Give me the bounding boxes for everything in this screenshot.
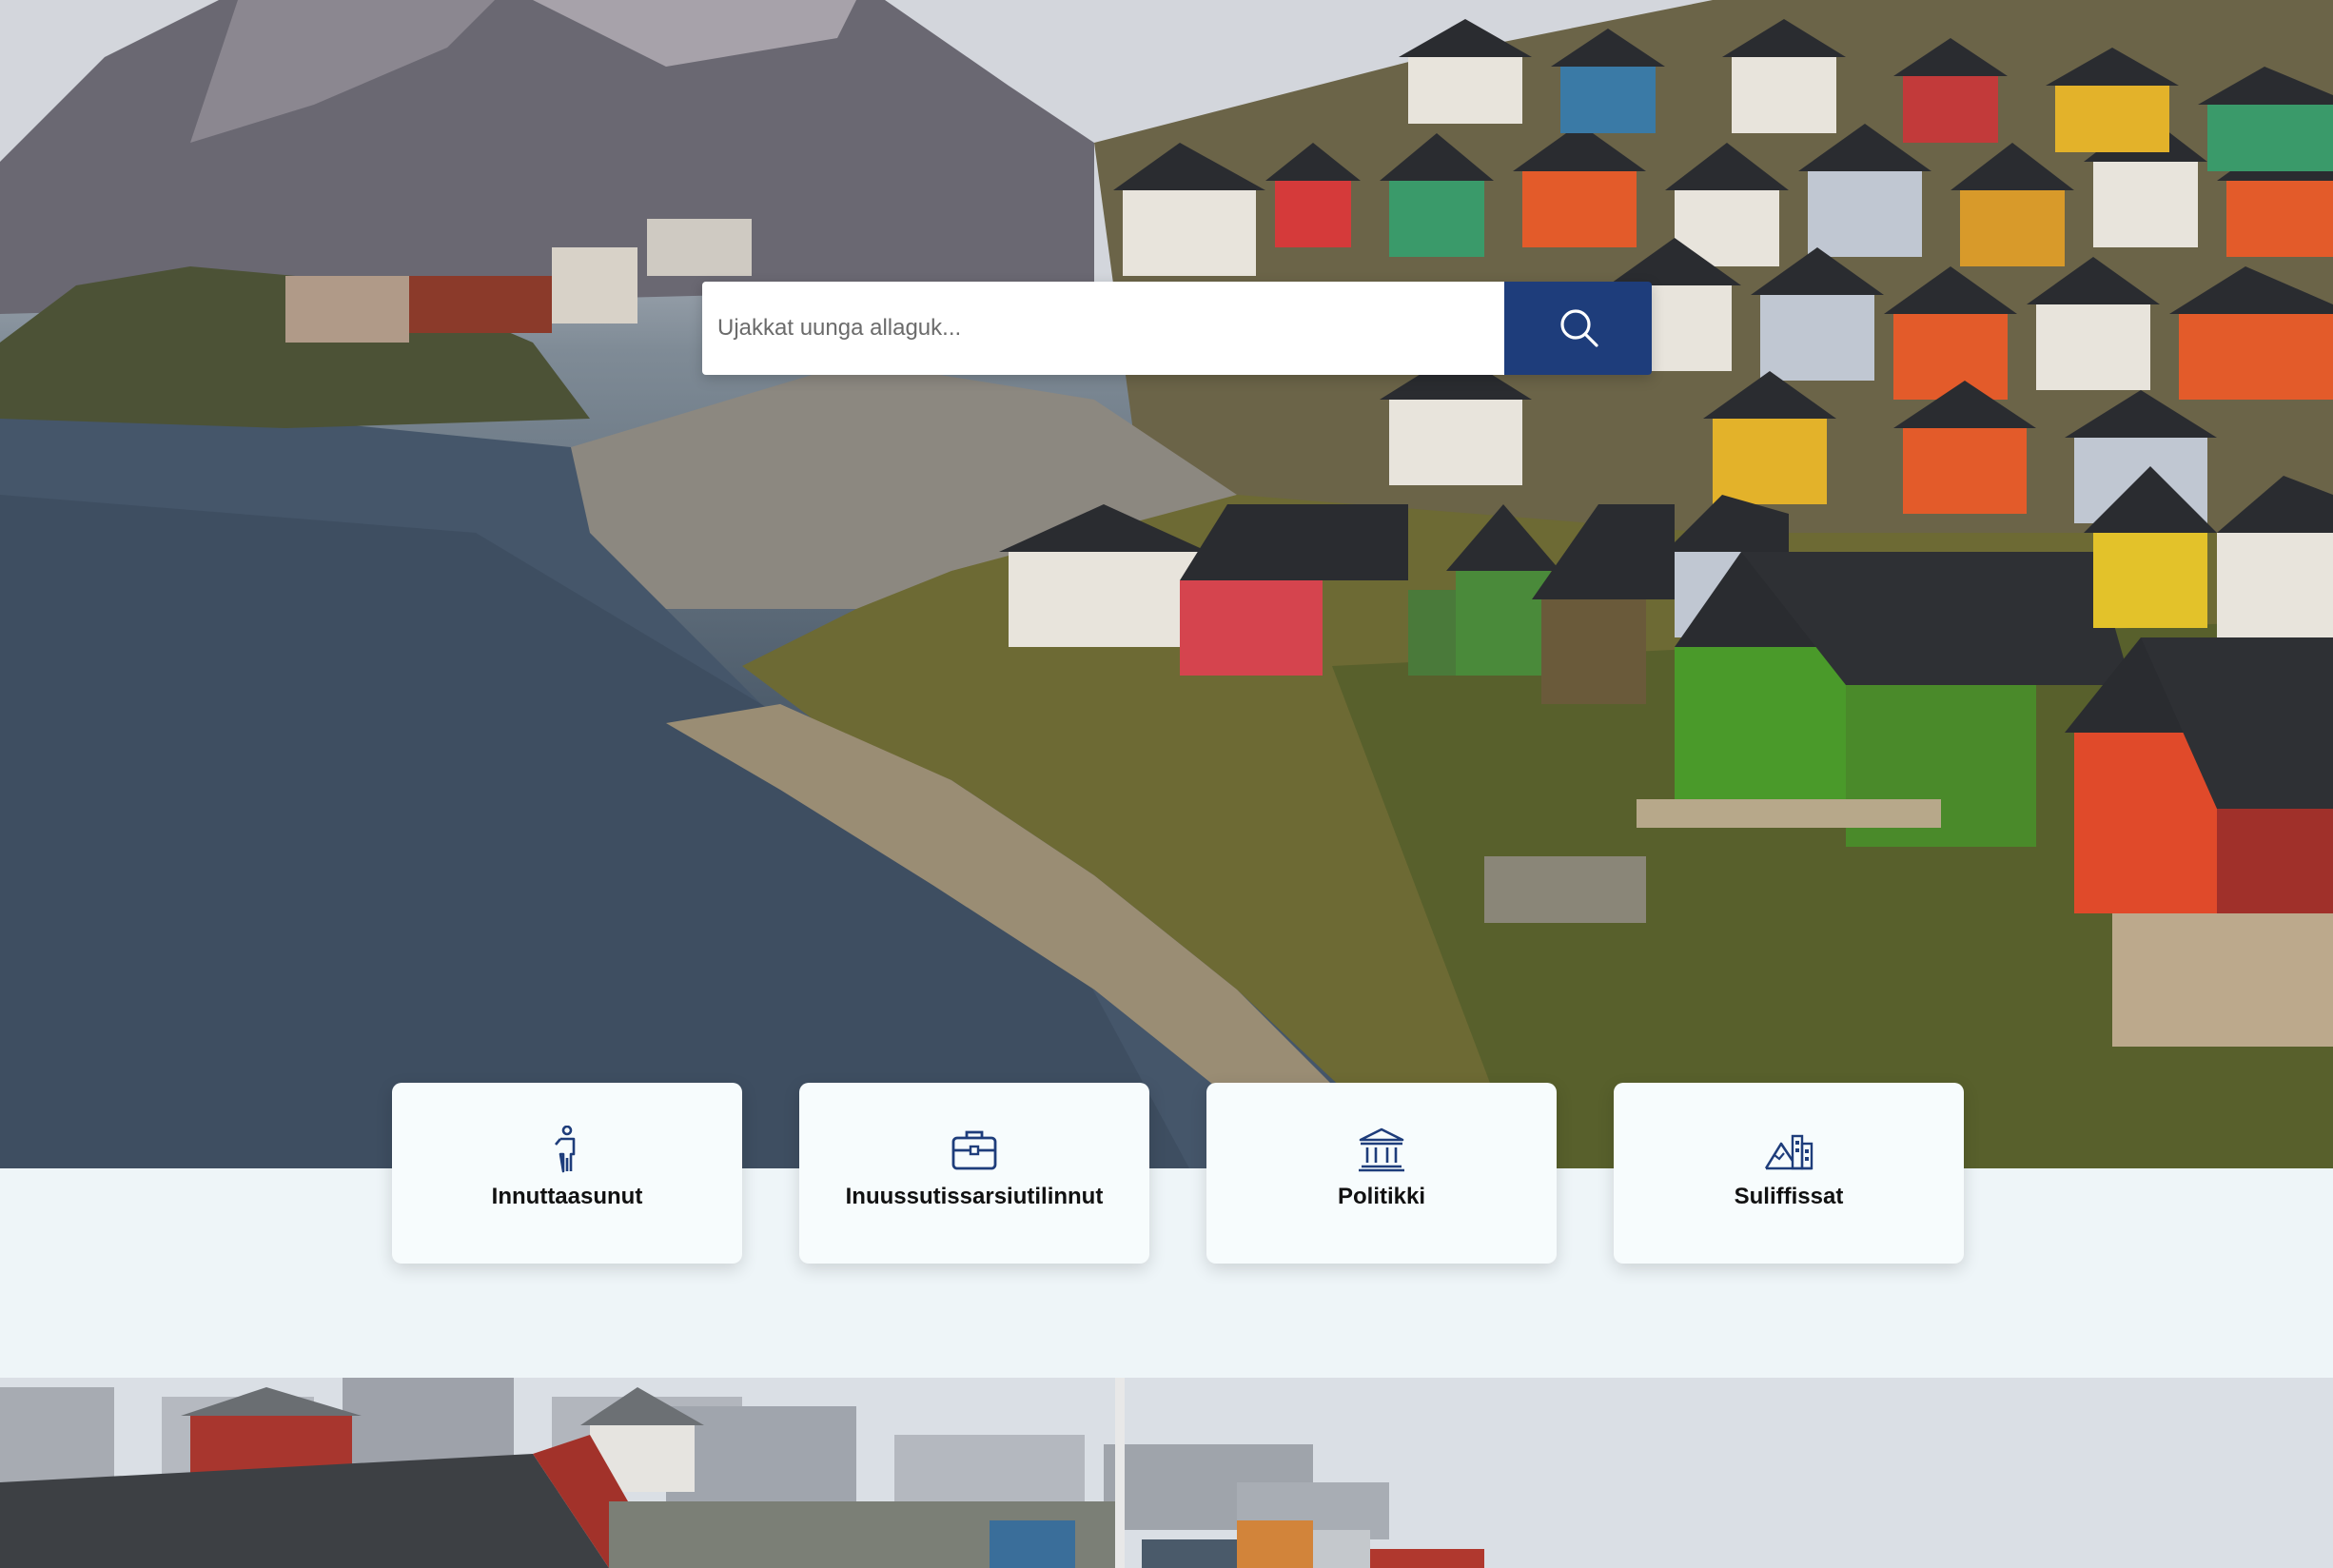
category-cards: Innuttaasunut Inuussutissarsiutilinnut P… bbox=[392, 1083, 1964, 1264]
search-button[interactable] bbox=[1504, 282, 1652, 375]
category-label: Suliffissat bbox=[1734, 1184, 1844, 1209]
category-card-innuttaasunut[interactable]: Innuttaasunut bbox=[392, 1083, 742, 1264]
bottom-image bbox=[0, 1378, 2333, 1568]
category-label: Inuussutissarsiutilinnut bbox=[845, 1184, 1104, 1209]
search-bar bbox=[702, 282, 1652, 375]
search-icon bbox=[1558, 306, 1599, 351]
person-icon bbox=[551, 1125, 583, 1174]
hero-landscape-illustration bbox=[0, 0, 2333, 1168]
bottom-town-illustration bbox=[0, 1378, 2333, 1568]
briefcase-icon bbox=[951, 1125, 998, 1174]
search-input[interactable] bbox=[702, 282, 1504, 375]
bank-building-icon bbox=[1358, 1125, 1405, 1174]
hero-image bbox=[0, 0, 2333, 1168]
category-card-suliffissat[interactable]: Suliffissat bbox=[1614, 1083, 1964, 1264]
mountain-buildings-icon bbox=[1764, 1125, 1813, 1174]
category-label: Politikki bbox=[1337, 1184, 1426, 1209]
category-card-politikki[interactable]: Politikki bbox=[1206, 1083, 1557, 1264]
category-card-inuussutissarsiutilinnut[interactable]: Inuussutissarsiutilinnut bbox=[799, 1083, 1149, 1264]
category-label: Innuttaasunut bbox=[491, 1184, 643, 1209]
